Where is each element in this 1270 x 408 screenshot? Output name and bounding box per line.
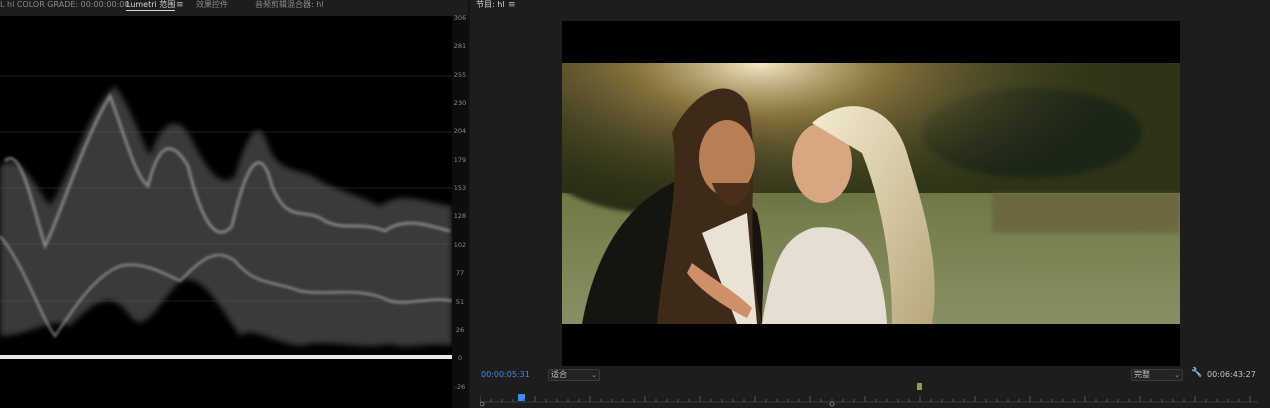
scale-tick: 26 — [455, 326, 465, 334]
time-ruler[interactable] — [480, 390, 1258, 408]
zoom-select[interactable]: 适合 ⌄ — [548, 369, 600, 381]
scale-tick: 102 — [453, 241, 467, 249]
duration-timecode: 00:06:43:27 — [1207, 370, 1256, 379]
right-tab-bar: 节目: hl ≡ — [470, 0, 1270, 12]
tab-effect-controls[interactable]: 效果控件 — [196, 0, 228, 10]
zoom-select-value: 适合 — [551, 370, 567, 379]
scale-tick: 179 — [453, 156, 467, 164]
current-timecode[interactable]: 00:00:05:31 — [481, 370, 530, 379]
tab-audio-clip-mixer[interactable]: 音频剪辑混合器: hl — [255, 0, 324, 10]
scale-tick: -26 — [454, 383, 466, 391]
program-monitor-title[interactable]: 节目: hl — [476, 0, 505, 10]
chevron-down-icon: ⌄ — [1174, 371, 1180, 379]
scale-tick: 51 — [455, 298, 465, 306]
scale-tick: 230 — [453, 99, 467, 107]
video-preview[interactable] — [562, 21, 1180, 366]
scale-tick: 0 — [457, 354, 463, 362]
quality-select-value: 完整 — [1134, 370, 1150, 379]
waveform-scope — [0, 16, 452, 408]
waveform-scale: 306 281 255 230 204 179 153 128 102 77 5… — [452, 14, 468, 408]
scale-tick: 153 — [453, 184, 467, 192]
video-frame — [562, 63, 1180, 324]
scale-tick: 281 — [453, 42, 467, 50]
scale-tick: 128 — [453, 212, 467, 220]
waveform-graphic — [0, 75, 452, 359]
panel-menu-icon[interactable]: ≡ — [176, 0, 184, 10]
left-tab-bar: L hl COLOR GRADE: 00:00:00:00 Lumetri 范围… — [0, 0, 468, 12]
wrench-icon[interactable]: 🔧 — [1191, 368, 1202, 378]
chevron-down-icon: ⌄ — [591, 371, 597, 379]
scale-tick: 255 — [453, 71, 467, 79]
quality-select[interactable]: 完整 ⌄ — [1131, 369, 1183, 381]
tab-lumetri-scopes[interactable]: Lumetri 范围 — [126, 0, 176, 11]
scale-tick: 204 — [453, 127, 467, 135]
lumetri-scopes-panel: L hl COLOR GRADE: 00:00:00:00 Lumetri 范围… — [0, 0, 468, 408]
program-monitor-panel: 节目: hl ≡ 00:00:05:31 适合 ⌄ 完整 ⌄ 🔧 00:06:4… — [470, 0, 1270, 408]
tab-color-grade[interactable]: L hl COLOR GRADE: 00:00:00:00 — [0, 0, 129, 10]
scale-tick: 77 — [455, 269, 465, 277]
scale-tick: 306 — [453, 14, 467, 22]
video-frame-image — [562, 63, 1180, 324]
panel-menu-icon[interactable]: ≡ — [508, 0, 516, 10]
marker-icon[interactable] — [917, 383, 922, 390]
monitor-controls: 00:00:05:31 适合 ⌄ 完整 ⌄ 🔧 00:06:43:27 — [470, 366, 1270, 408]
